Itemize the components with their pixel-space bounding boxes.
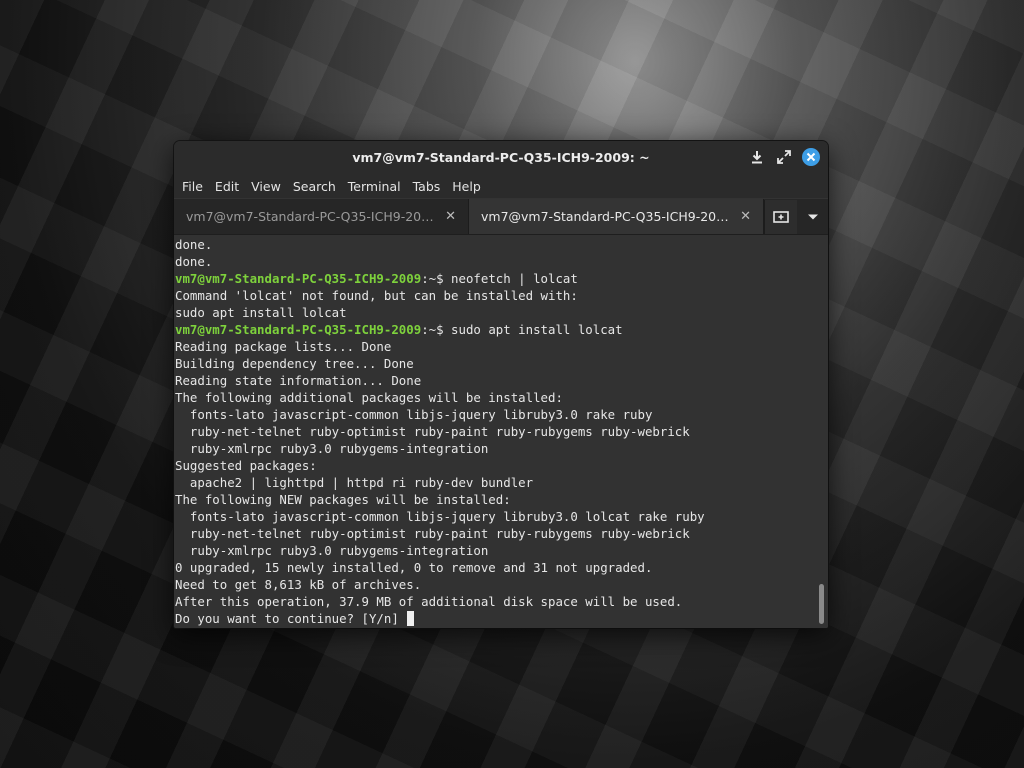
terminal-line: Need to get 8,613 kB of archives.	[175, 576, 828, 593]
command-text: neofetch | lolcat	[451, 271, 578, 286]
terminal-line: fonts-lato javascript-common libjs-jquer…	[175, 508, 828, 525]
tab-label: vm7@vm7-Standard-PC-Q35-ICH9-200…	[186, 209, 438, 224]
menu-help[interactable]: Help	[446, 179, 487, 194]
terminal-line: Command 'lolcat' not found, but can be i…	[175, 287, 828, 304]
output-text: ruby-xmlrpc ruby3.0 rubygems-integration	[175, 543, 489, 558]
output-text: Reading package lists... Done	[175, 339, 392, 354]
output-text: fonts-lato javascript-common libjs-jquer…	[175, 407, 653, 422]
tab-bar: vm7@vm7-Standard-PC-Q35-ICH9-200… ✕ vm7@…	[174, 198, 828, 235]
terminal-line: Reading state information... Done	[175, 372, 828, 389]
tab-close-icon[interactable]: ✕	[445, 209, 456, 224]
terminal-line: Do you want to continue? [Y/n]	[175, 610, 828, 627]
terminal-line: vm7@vm7-Standard-PC-Q35-ICH9-2009:~$ neo…	[175, 270, 828, 287]
output-text: ruby-net-telnet ruby-optimist ruby-paint…	[175, 424, 690, 439]
terminal-line: done.	[175, 253, 828, 270]
terminal-line: ruby-xmlrpc ruby3.0 rubygems-integration	[175, 440, 828, 457]
terminal-line: sudo apt install lolcat	[175, 304, 828, 321]
maximize-icon[interactable]	[775, 148, 793, 166]
terminal-line: 0 upgraded, 15 newly installed, 0 to rem…	[175, 559, 828, 576]
terminal-line: The following NEW packages will be insta…	[175, 491, 828, 508]
output-text: ruby-net-telnet ruby-optimist ruby-paint…	[175, 526, 690, 541]
window-title: vm7@vm7-Standard-PC-Q35-ICH9-2009: ~	[352, 150, 650, 165]
output-text: After this operation, 37.9 MB of additio…	[175, 594, 683, 609]
terminal-line: fonts-lato javascript-common libjs-jquer…	[175, 406, 828, 423]
download-icon[interactable]	[748, 148, 766, 166]
menu-tabs[interactable]: Tabs	[407, 179, 447, 194]
terminal-line: done.	[175, 236, 828, 253]
terminal-line: apache2 | lighttpd | httpd ri ruby-dev b…	[175, 474, 828, 491]
output-text: fonts-lato javascript-common libjs-jquer…	[175, 509, 705, 524]
menu-view[interactable]: View	[245, 179, 287, 194]
terminal-line: Reading package lists... Done	[175, 338, 828, 355]
close-icon[interactable]	[802, 148, 820, 166]
output-text: Suggested packages:	[175, 458, 317, 473]
output-text: Command 'lolcat' not found, but can be i…	[175, 288, 578, 303]
tab-close-icon[interactable]: ✕	[740, 209, 751, 224]
title-bar[interactable]: vm7@vm7-Standard-PC-Q35-ICH9-2009: ~	[174, 141, 828, 174]
terminal-line: Suggested packages:	[175, 457, 828, 474]
text-cursor	[407, 611, 415, 626]
tab-1[interactable]: vm7@vm7-Standard-PC-Q35-ICH9-200… ✕	[174, 199, 469, 234]
terminal-window: vm7@vm7-Standard-PC-Q35-ICH9-2009: ~ Fil…	[174, 141, 828, 628]
output-text: done.	[175, 254, 213, 269]
menu-edit[interactable]: Edit	[209, 179, 245, 194]
prompt-user-host: vm7@vm7-Standard-PC-Q35-ICH9-2009	[175, 271, 422, 286]
terminal-line: Building dependency tree... Done	[175, 355, 828, 372]
terminal-line: vm7@vm7-Standard-PC-Q35-ICH9-2009:~$ sud…	[175, 321, 828, 338]
output-text: 0 upgraded, 15 newly installed, 0 to rem…	[175, 560, 653, 575]
menu-search[interactable]: Search	[287, 179, 342, 194]
tab-label: vm7@vm7-Standard-PC-Q35-ICH9-200…	[481, 209, 733, 224]
output-text: Do you want to continue? [Y/n]	[175, 611, 407, 626]
output-text: The following additional packages will b…	[175, 390, 563, 405]
output-text: Building dependency tree... Done	[175, 356, 414, 371]
output-text: The following NEW packages will be insta…	[175, 492, 511, 507]
tab-2[interactable]: vm7@vm7-Standard-PC-Q35-ICH9-200… ✕	[469, 199, 764, 234]
prompt-path: :~$	[421, 322, 452, 337]
terminal-output[interactable]: done. done. vm7@vm7-Standard-PC-Q35-ICH9-2…	[174, 235, 828, 628]
terminal-line: ruby-net-telnet ruby-optimist ruby-paint…	[175, 525, 828, 542]
output-text: done.	[175, 237, 213, 252]
output-text: Reading state information... Done	[175, 373, 422, 388]
menu-bar: File Edit View Search Terminal Tabs Help	[174, 174, 828, 198]
menu-terminal[interactable]: Terminal	[342, 179, 407, 194]
terminal-line: After this operation, 37.9 MB of additio…	[175, 593, 828, 610]
window-controls	[748, 148, 820, 166]
command-text: sudo apt install lolcat	[451, 322, 623, 337]
output-text: Need to get 8,613 kB of archives.	[175, 577, 422, 592]
output-text: apache2 | lighttpd | httpd ri ruby-dev b…	[175, 475, 534, 490]
terminal-line: The following additional packages will b…	[175, 389, 828, 406]
prompt-user-host: vm7@vm7-Standard-PC-Q35-ICH9-2009	[175, 322, 422, 337]
output-text: ruby-xmlrpc ruby3.0 rubygems-integration	[175, 441, 489, 456]
terminal-line: ruby-net-telnet ruby-optimist ruby-paint…	[175, 423, 828, 440]
prompt-path: :~$	[421, 271, 452, 286]
output-text: sudo apt install lolcat	[175, 305, 347, 320]
chevron-down-icon[interactable]	[797, 200, 828, 234]
terminal-line: ruby-xmlrpc ruby3.0 rubygems-integration	[175, 542, 828, 559]
scrollbar[interactable]	[818, 235, 824, 624]
tab-actions	[764, 199, 828, 234]
new-tab-icon[interactable]	[764, 199, 797, 234]
menu-file[interactable]: File	[176, 179, 209, 194]
scrollbar-thumb[interactable]	[819, 584, 824, 624]
